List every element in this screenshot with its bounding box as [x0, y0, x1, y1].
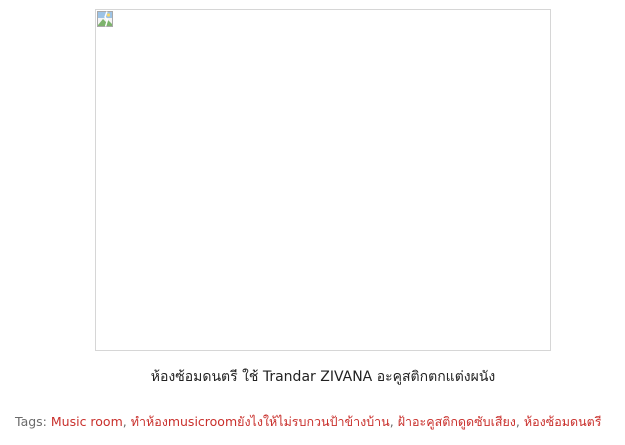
- tag-separator: ,: [122, 414, 127, 429]
- image-figure: ห้องซ้อมดนตรี ใช้ Trandar ZIVANA อะคูสติ…: [95, 9, 551, 388]
- broken-image-icon: [97, 11, 113, 27]
- figure-caption: ห้องซ้อมดนตรี ใช้ Trandar ZIVANA อะคูสติ…: [150, 369, 496, 385]
- tags-label: Tags:: [15, 414, 47, 429]
- tag-separator: ,: [515, 414, 520, 429]
- tag-link-acoustic-ceiling[interactable]: ฝ้าอะคูสติกดูดซับเสียง: [398, 414, 516, 429]
- tag-link-music-room-neighbors[interactable]: ทำห้องmusicroomยังไงให้ไม่รบกวนป้าข้างบ้…: [131, 414, 390, 429]
- tag-link-rehearsal-room[interactable]: ห้องซ้อมดนตรี: [524, 414, 602, 429]
- broken-image: [95, 9, 551, 351]
- tag-link-music-room[interactable]: Music room: [51, 414, 123, 429]
- post-tags: Tags: Music room, ทำห้องmusicroomยังไงให…: [15, 412, 601, 432]
- tag-separator: ,: [389, 414, 394, 429]
